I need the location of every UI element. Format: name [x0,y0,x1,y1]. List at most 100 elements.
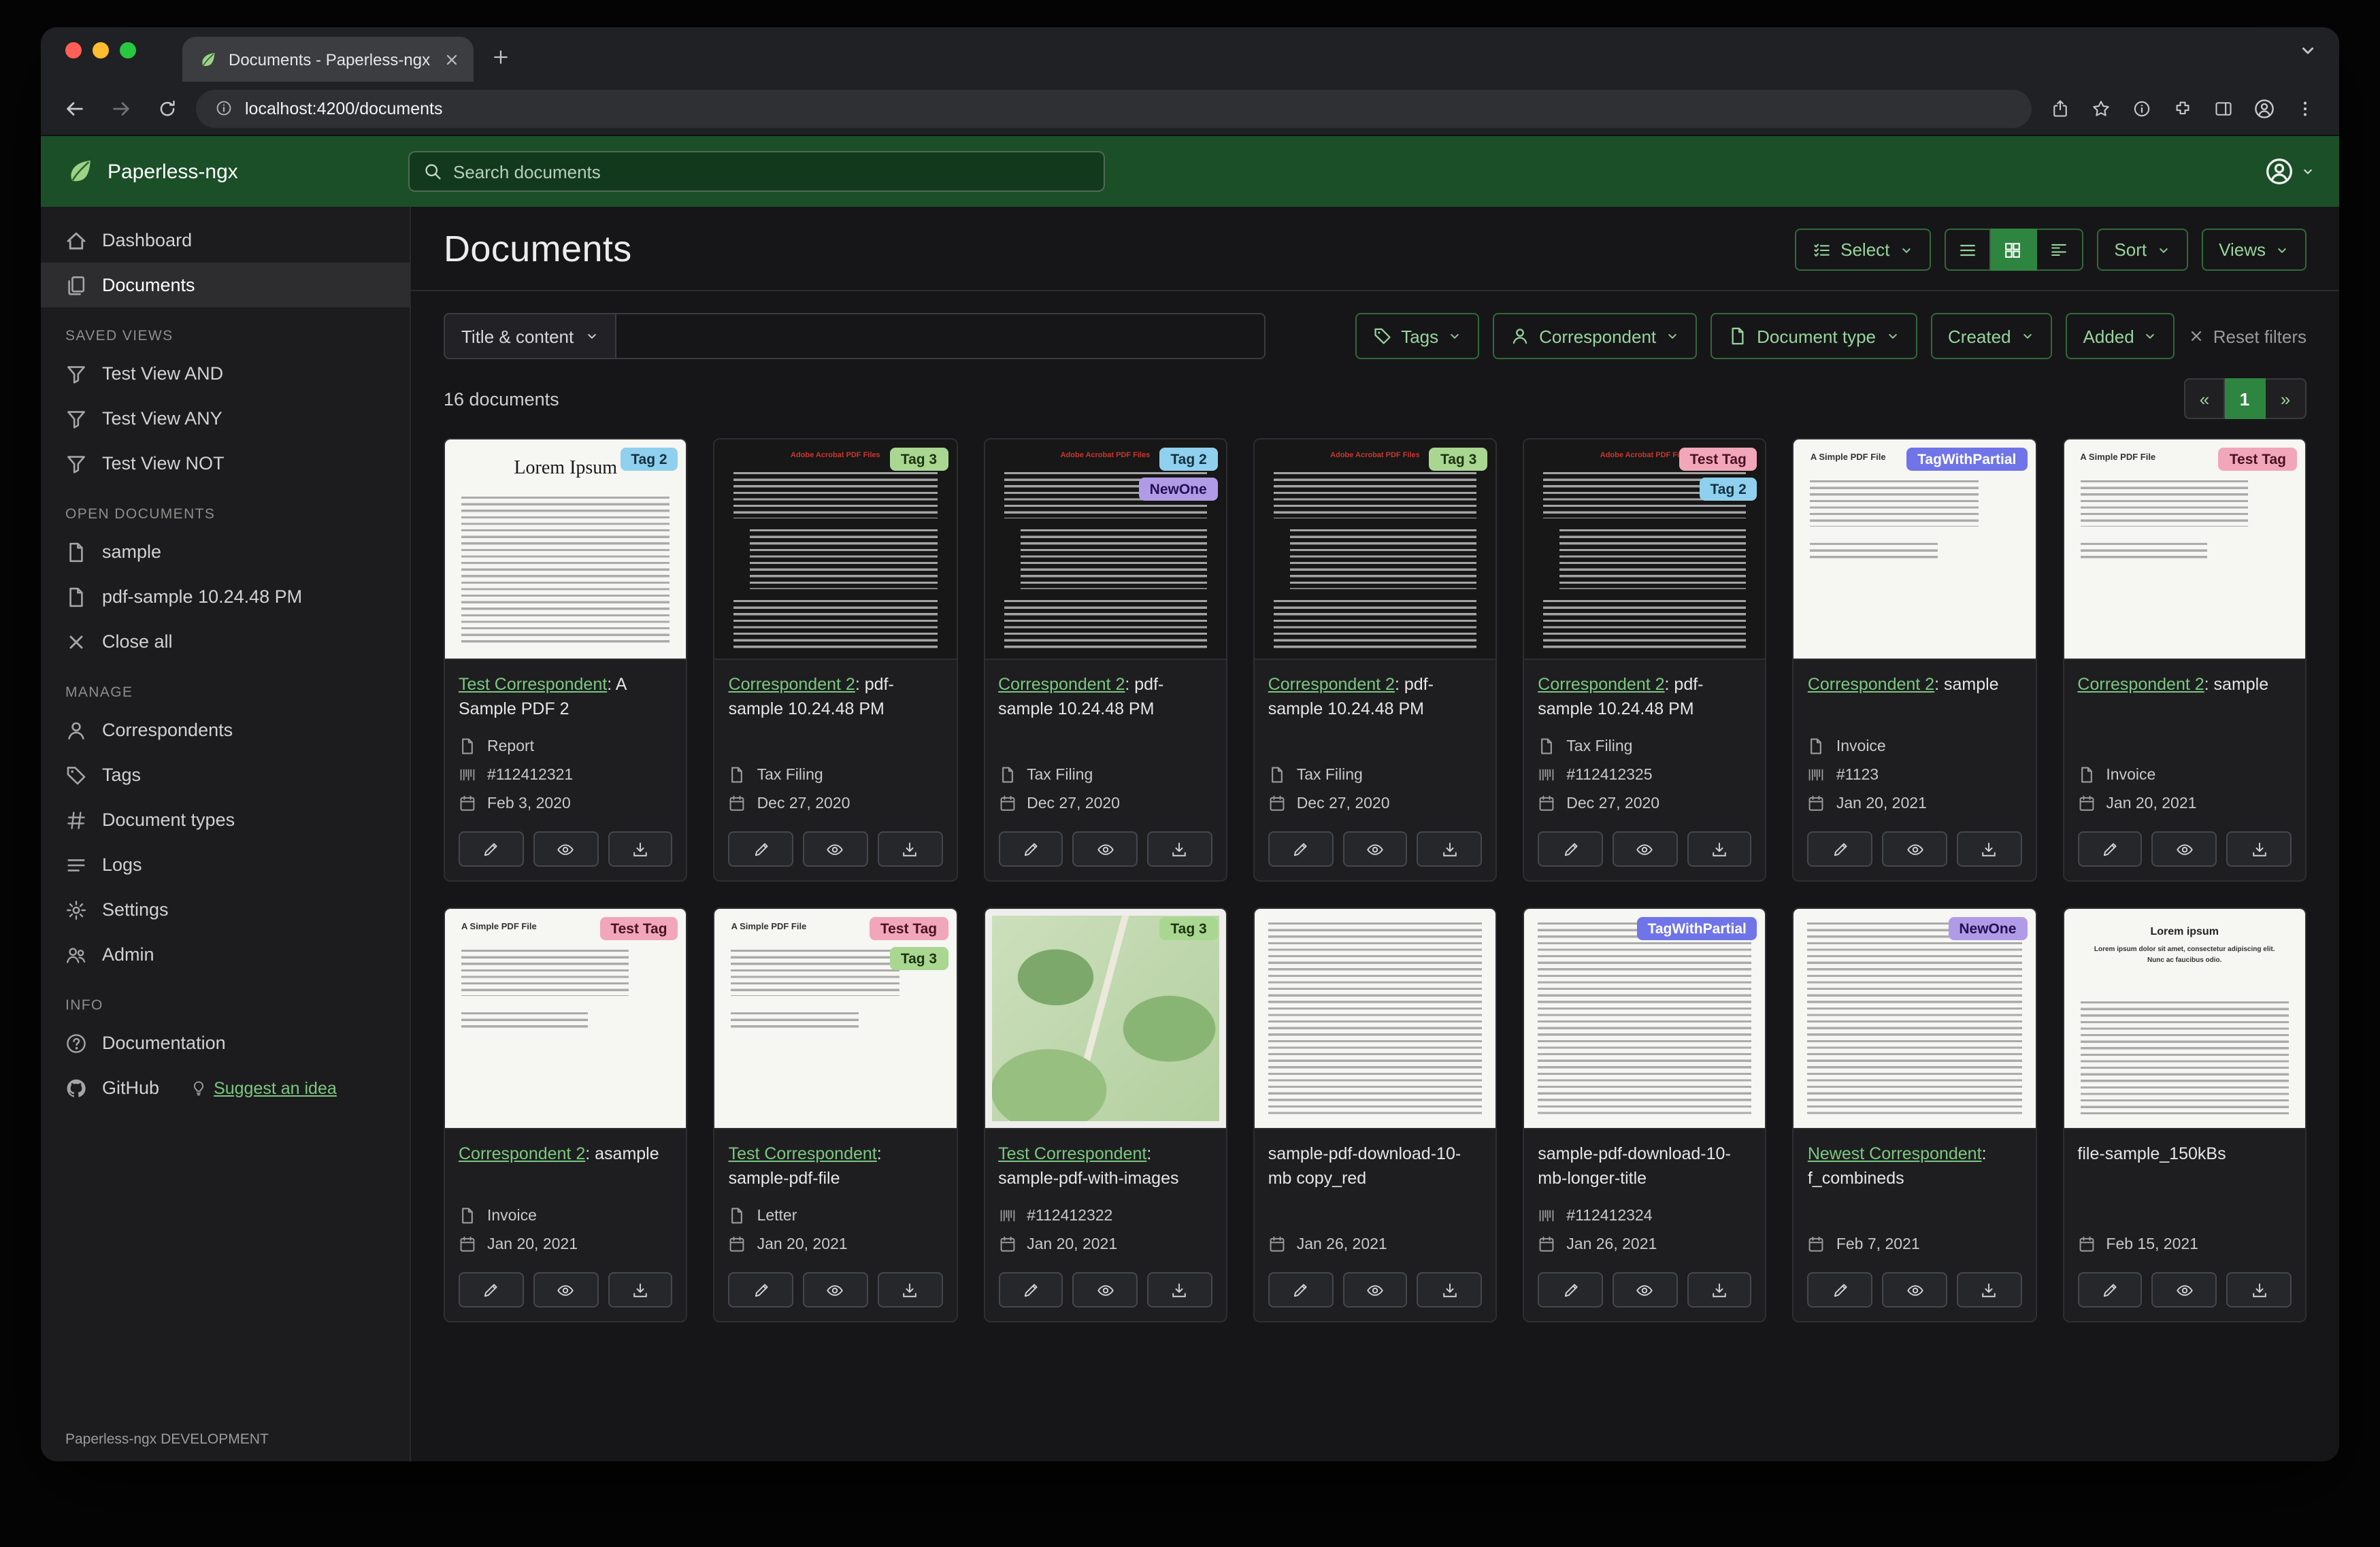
tag-badge[interactable]: Test Tag [1679,448,1757,471]
edit-button[interactable] [2077,831,2143,867]
correspondent-link[interactable]: Test Correspondent [729,1144,877,1163]
grid-view-button[interactable] [1990,229,2037,271]
download-button[interactable] [877,1272,943,1308]
view-button[interactable] [803,831,868,867]
download-button[interactable] [877,831,943,867]
view-button[interactable] [1072,831,1138,867]
view-button[interactable] [533,1272,599,1308]
document-title-link[interactable]: Correspondent 2: pdf-sample 10.24.48 PM [1268,673,1483,721]
correspondent-link[interactable]: Correspondent 2 [998,675,1125,694]
edit-button[interactable] [1538,831,1603,867]
sidebar-item-documents[interactable]: Documents [41,263,410,307]
sidebar-item-correspondents[interactable]: Correspondents [41,708,410,752]
document-thumbnail[interactable]: NewOne [1794,909,2036,1129]
document-thumbnail[interactable] [1254,909,1496,1129]
view-button[interactable] [2151,831,2217,867]
sort-button[interactable]: Sort [2096,229,2188,271]
download-button[interactable] [1687,831,1752,867]
view-button[interactable] [1612,1272,1678,1308]
views-button[interactable]: Views [2201,229,2307,271]
document-thumbnail[interactable]: Adobe Acrobat PDF Files Tag 2 NewOne [985,439,1226,660]
extensions-button[interactable] [2165,90,2200,126]
browser-tab[interactable]: Documents - Paperless-ngx [182,37,474,82]
created-filter-button[interactable]: Created [1930,313,2052,359]
document-title-link[interactable]: Correspondent 2: pdf-sample 10.24.48 PM [1538,673,1752,721]
document-thumbnail[interactable]: Adobe Acrobat PDF Files Tag 3 [1254,439,1496,660]
document-title-link[interactable]: Test Correspondent: sample-pdf-with-imag… [998,1143,1212,1191]
download-button[interactable] [1147,1272,1212,1308]
title-content-input[interactable] [616,313,1266,359]
download-button[interactable] [608,1272,673,1308]
edit-button[interactable] [998,831,1063,867]
sidebar-item-github[interactable]: GitHub Suggest an idea [41,1065,410,1110]
view-button[interactable] [533,831,599,867]
select-button[interactable]: Select [1794,229,1931,271]
back-button[interactable] [57,90,93,126]
correspondent-filter-button[interactable]: Correspondent [1493,313,1698,359]
tag-badge[interactable]: Test Tag [599,917,678,940]
document-title-link[interactable]: Correspondent 2: pdf-sample 10.24.48 PM [729,673,943,721]
document-type-filter-button[interactable]: Document type [1710,313,1917,359]
added-filter-button[interactable]: Added [2065,313,2175,359]
edit-button[interactable] [728,831,794,867]
view-button[interactable] [1612,831,1678,867]
search-input[interactable] [453,161,1090,182]
document-thumbnail[interactable]: Lorem ipsum Lorem ipsum dolor sit amet, c… [2064,909,2305,1129]
correspondent-link[interactable]: Newest Correspondent [1808,1144,1982,1163]
edit-button[interactable] [1807,1272,1873,1308]
edit-button[interactable] [1268,1272,1334,1308]
view-button[interactable] [1342,831,1408,867]
sidebar-item-dashboard[interactable]: Dashboard [41,218,410,263]
sidebar-item-documentation[interactable]: Documentation [41,1020,410,1065]
tag-badge[interactable]: NewOne [1948,917,2028,940]
side-panel-button[interactable] [2206,90,2241,126]
zoom-window-button[interactable] [120,42,136,59]
sidebar-item-document-types[interactable]: Document types [41,797,410,842]
tag-badge[interactable]: Tag 2 [1159,448,1218,471]
edit-button[interactable] [459,1272,524,1308]
tag-badge[interactable]: Tag 2 [620,448,678,471]
document-title-link[interactable]: Newest Correspondent: f_combineds [1808,1143,2022,1191]
view-button[interactable] [1882,1272,1947,1308]
suggest-idea-link[interactable]: Suggest an idea [191,1078,337,1097]
document-title-link[interactable]: sample-pdf-download-10-mb-longer-title [1538,1143,1752,1191]
sidebar-saved-view[interactable]: Test View ANY [41,396,410,441]
download-button[interactable] [1956,831,2022,867]
sidebar-item-logs[interactable]: Logs [41,842,410,887]
close-tab-icon[interactable] [444,51,460,67]
sidebar-open-document[interactable]: sample [41,529,410,574]
view-button[interactable] [2151,1272,2217,1308]
app-brand[interactable]: Paperless-ngx [65,156,408,186]
tag-badge[interactable]: Test Tag [2218,448,2297,471]
minimize-window-button[interactable] [93,42,109,59]
list-view-button[interactable] [1944,229,1991,271]
document-title-link[interactable]: Test Correspondent: A Sample PDF 2 [459,673,673,721]
browser-profile-button[interactable] [2247,90,2282,126]
edit-button[interactable] [728,1272,794,1308]
document-thumbnail[interactable]: Adobe Acrobat PDF Files Test Tag Tag 2 [1524,439,1766,660]
close-window-button[interactable] [65,42,82,59]
document-title-link[interactable]: Correspondent 2: sample [2077,673,2292,697]
page-status-button[interactable] [2124,90,2160,126]
reset-filters-button[interactable]: Reset filters [2189,326,2307,346]
document-title-link[interactable]: file-sample_150kBs [2077,1143,2292,1167]
title-content-dropdown[interactable]: Title & content [444,313,616,359]
document-title-link[interactable]: Correspondent 2: asample [459,1143,673,1167]
correspondent-link[interactable]: Correspondent 2 [2077,675,2204,694]
download-button[interactable] [1147,831,1212,867]
view-button[interactable] [803,1272,868,1308]
correspondent-link[interactable]: Correspondent 2 [1808,675,1934,694]
tag-badge[interactable]: Tag 3 [1429,448,1488,471]
document-thumbnail[interactable]: A Simple PDF File Test Tag [2064,439,2305,660]
reload-button[interactable] [150,90,185,126]
tags-filter-button[interactable]: Tags [1355,313,1480,359]
address-bar[interactable]: localhost:4200/documents [196,89,2032,127]
next-page-button[interactable]: » [2266,378,2307,419]
download-button[interactable] [2226,1272,2292,1308]
sidebar-open-document[interactable]: pdf-sample 10.24.48 PM [41,574,410,619]
document-thumbnail[interactable]: Tag 3 [985,909,1226,1129]
document-title-link[interactable]: Correspondent 2: sample [1808,673,2022,697]
edit-button[interactable] [1268,831,1334,867]
document-thumbnail[interactable]: A Simple PDF File Test Tag [445,909,687,1129]
download-button[interactable] [608,831,673,867]
